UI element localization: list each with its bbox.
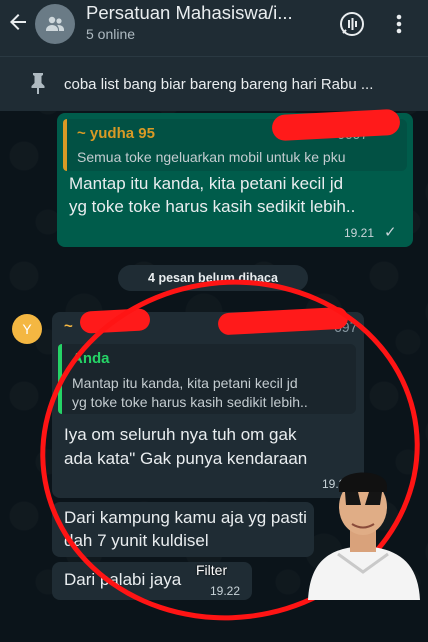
message-time: 19.21 [344, 226, 375, 240]
person-overlay-image [298, 462, 428, 600]
message-text-line: yg toke toke harus kasih sedikit lebih.. [69, 197, 356, 216]
quote-sender-name: ~ yudha 95 [77, 125, 155, 142]
more-options-icon[interactable] [389, 10, 409, 38]
message-text-line: Mantap itu kanda, kita petani kecil jd [69, 174, 344, 193]
voice-chat-icon[interactable] [338, 10, 366, 38]
group-icon [46, 16, 64, 31]
pinned-message-text: coba list bang biar bareng bareng hari R… [64, 76, 374, 93]
sender-name: ~ [64, 318, 73, 335]
group-avatar[interactable] [35, 4, 75, 44]
filter-label: Filter [196, 562, 228, 578]
chat-title[interactable]: Persatuan Mahasiswa/i... [86, 2, 293, 24]
pin-icon [29, 72, 47, 99]
online-count: 5 online [86, 26, 136, 42]
quote-accent-bar [63, 119, 67, 171]
back-arrow-icon[interactable] [6, 10, 32, 36]
pinned-message-bar[interactable]: coba list bang biar bareng bareng hari R… [0, 56, 428, 111]
sent-check-icon: ✓ [384, 224, 397, 241]
chat-header: Persatuan Mahasiswa/i... 5 online [0, 0, 428, 56]
quote-text: Semua toke ngeluarkan mobil untuk ke pku [77, 149, 346, 165]
sender-avatar[interactable]: Y [12, 314, 42, 344]
